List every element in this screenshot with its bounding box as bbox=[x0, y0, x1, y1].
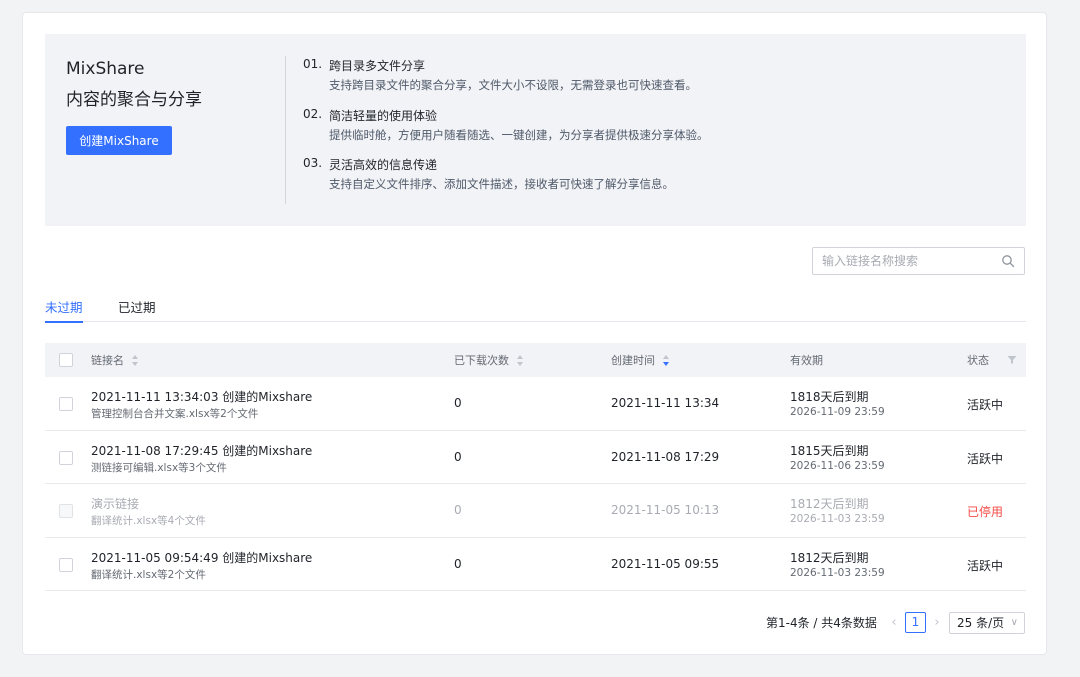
column-header-label: 已下载次数 bbox=[454, 354, 509, 367]
expire-at: 2026-11-09 23:59 bbox=[790, 406, 885, 418]
feature-title: 简洁轻量的使用体验 bbox=[329, 109, 438, 123]
created-time: 2021-11-05 09:55 bbox=[611, 556, 720, 571]
filter-icon[interactable] bbox=[1007, 355, 1017, 365]
link-files: 翻译统计.xlsx等2个文件 bbox=[91, 568, 206, 581]
search-icon[interactable] bbox=[1001, 254, 1015, 268]
pagination-summary: 第1-4条 / 共4条数据 bbox=[766, 616, 877, 630]
expire-at: 2026-11-03 23:59 bbox=[790, 513, 885, 525]
table-row[interactable]: 2021-11-08 17:29:45 创建的Mixshare 测链接可编辑.x… bbox=[45, 431, 1026, 484]
created-time: 2021-11-05 10:13 bbox=[611, 503, 720, 517]
table-header: 链接名 已下载次数 创建时间 有效期 状态 bbox=[45, 343, 1026, 377]
link-files: 翻译统计.xlsx等4个文件 bbox=[91, 515, 206, 527]
download-count: 0 bbox=[454, 449, 462, 464]
select-all-checkbox[interactable] bbox=[59, 353, 73, 367]
download-count: 0 bbox=[454, 503, 462, 517]
expire-in: 1812天后到期 bbox=[790, 550, 869, 565]
page-button-current[interactable]: 1 bbox=[905, 612, 926, 633]
feature-number: 02. bbox=[303, 107, 323, 121]
link-name[interactable]: 2021-11-08 17:29:45 创建的Mixshare bbox=[91, 442, 312, 459]
row-checkbox[interactable] bbox=[59, 450, 73, 465]
chevron-down-icon: ∨ bbox=[1010, 617, 1018, 628]
column-header-label: 状态 bbox=[967, 354, 989, 367]
chevron-left-icon[interactable]: ‹ bbox=[887, 612, 901, 634]
expire-in: 1818天后到期 bbox=[790, 390, 869, 404]
feature-title: 跨目录多文件分享 bbox=[329, 59, 426, 73]
status-badge: 已停用 bbox=[967, 505, 1004, 519]
feature-title: 灵活高效的信息传递 bbox=[329, 158, 438, 172]
feature-number: 01. bbox=[303, 57, 323, 71]
brand-name: MixShare bbox=[66, 59, 145, 79]
created-time: 2021-11-11 13:34 bbox=[611, 396, 720, 410]
row-checkbox[interactable] bbox=[59, 504, 73, 518]
link-name[interactable]: 演示链接 bbox=[91, 495, 139, 512]
sort-desc-icon[interactable] bbox=[663, 354, 670, 366]
column-header-created[interactable]: 创建时间 bbox=[611, 343, 670, 377]
feature-description: 支持自定义文件排序、添加文件描述，接收者可快速了解分享信息。 bbox=[329, 177, 674, 191]
sort-icon[interactable] bbox=[132, 354, 139, 366]
link-files: 测链接可编辑.xlsx等3个文件 bbox=[91, 461, 227, 474]
column-header-label: 有效期 bbox=[790, 354, 823, 367]
link-files: 管理控制台合并文案.xlsx等2个文件 bbox=[91, 408, 259, 420]
feature-description: 提供临时舱，方便用户随看随选、一键创建，为分享者提供极速分享体验。 bbox=[329, 128, 709, 142]
search-box bbox=[812, 247, 1025, 275]
banner-divider bbox=[285, 56, 286, 204]
tab-expired[interactable]: 已过期 bbox=[118, 297, 156, 322]
tab-unexpired[interactable]: 未过期 bbox=[45, 297, 83, 323]
table-row[interactable]: 演示链接 翻译统计.xlsx等4个文件 0 2021-11-05 10:13 1… bbox=[45, 484, 1026, 538]
row-checkbox[interactable] bbox=[59, 557, 73, 572]
status-text: 活跃中 bbox=[967, 451, 1004, 466]
feature-number: 03. bbox=[303, 156, 323, 170]
column-header-status: 状态 bbox=[967, 343, 989, 377]
expire-in: 1815天后到期 bbox=[790, 443, 869, 458]
column-header-expiry: 有效期 bbox=[790, 343, 823, 377]
column-header-name[interactable]: 链接名 bbox=[91, 343, 139, 377]
column-header-label: 创建时间 bbox=[611, 354, 655, 367]
column-header-downloads[interactable]: 已下载次数 bbox=[454, 343, 524, 377]
expire-in: 1812天后到期 bbox=[790, 497, 869, 511]
create-mixshare-button[interactable]: 创建MixShare bbox=[66, 126, 172, 155]
page-size-value: 25 条/页 bbox=[957, 616, 1005, 630]
feature-description: 支持跨目录文件的聚合分享，文件大小不设限，无需登录也可快速查看。 bbox=[329, 78, 697, 92]
tab-bar: 未过期 已过期 bbox=[45, 297, 1026, 323]
brand-tagline: 内容的聚合与分享 bbox=[66, 90, 202, 110]
column-header-label: 链接名 bbox=[91, 354, 124, 367]
page-size-select[interactable]: 25 条/页 ∨ bbox=[949, 612, 1025, 634]
status-text: 活跃中 bbox=[967, 558, 1004, 573]
intro-banner: MixShare 内容的聚合与分享 创建MixShare 01. 跨目录多文件分… bbox=[45, 34, 1026, 226]
main-card: MixShare 内容的聚合与分享 创建MixShare 01. 跨目录多文件分… bbox=[22, 12, 1047, 655]
link-name[interactable]: 2021-11-05 09:54:49 创建的Mixshare bbox=[91, 549, 312, 566]
expire-at: 2026-11-06 23:59 bbox=[790, 459, 885, 472]
created-time: 2021-11-08 17:29 bbox=[611, 449, 720, 464]
search-input[interactable] bbox=[822, 252, 992, 270]
row-checkbox[interactable] bbox=[59, 397, 73, 411]
link-name[interactable]: 2021-11-11 13:34:03 创建的Mixshare bbox=[91, 388, 312, 405]
chevron-right-icon[interactable]: › bbox=[930, 612, 944, 634]
expire-at: 2026-11-03 23:59 bbox=[790, 566, 885, 579]
download-count: 0 bbox=[454, 396, 462, 410]
links-table: 链接名 已下载次数 创建时间 有效期 状态 2021-11-11 13:34:0… bbox=[45, 343, 1026, 591]
sort-icon[interactable] bbox=[517, 354, 524, 366]
table-row[interactable]: 2021-11-05 09:54:49 创建的Mixshare 翻译统计.xls… bbox=[45, 538, 1026, 591]
table-row[interactable]: 2021-11-11 13:34:03 创建的Mixshare 管理控制台合并文… bbox=[45, 377, 1026, 431]
download-count: 0 bbox=[454, 556, 462, 571]
status-text: 活跃中 bbox=[967, 398, 1004, 412]
